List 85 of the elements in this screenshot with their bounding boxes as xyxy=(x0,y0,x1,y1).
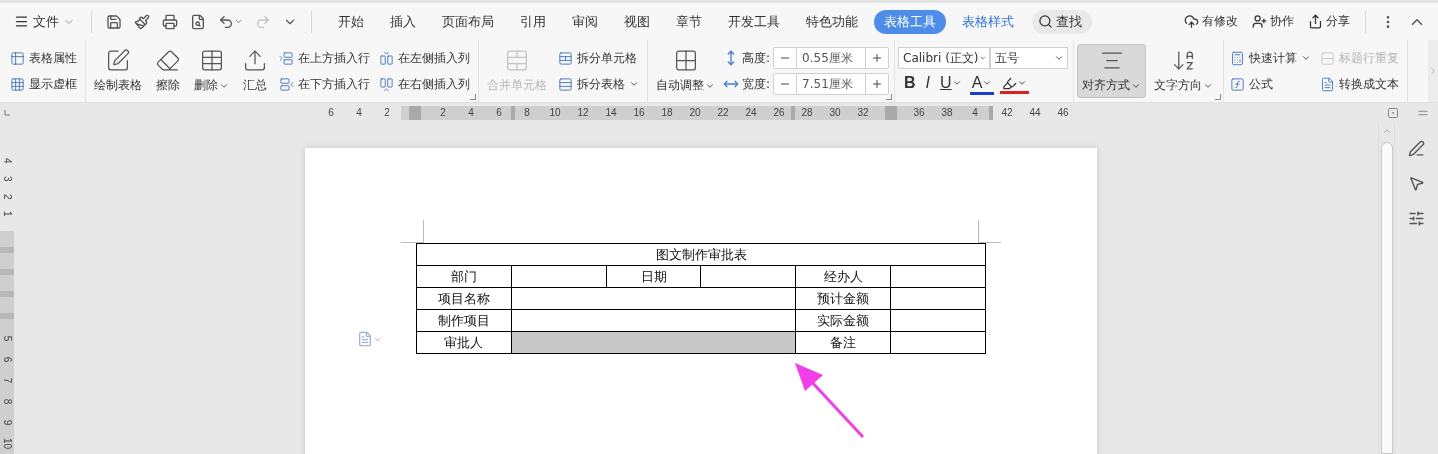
ribbon-tab[interactable]: 页面布局 xyxy=(432,9,504,34)
ruler-number: 5 xyxy=(0,334,14,344)
ruler-number: 44 xyxy=(1028,105,1042,120)
ribbon-tab[interactable]: 开始 xyxy=(328,9,374,34)
ruler-number: 12 xyxy=(576,105,590,120)
number-field[interactable]: 0.55厘米 xyxy=(796,48,867,68)
ribbon-tab[interactable]: 引用 xyxy=(510,9,556,34)
ruler-number: 18 xyxy=(660,105,674,120)
ribbon-button[interactable]: 表格属性 xyxy=(7,47,80,69)
text-style-button[interactable]: I xyxy=(923,74,933,95)
ruler-number: 6 xyxy=(495,105,503,120)
ruler-number: 6 xyxy=(0,355,14,365)
number-spinner[interactable]: 0.55厘米 xyxy=(773,47,890,69)
ruler-number: 10 xyxy=(548,105,562,120)
ribbon-button[interactable]: 擦除 xyxy=(150,44,186,98)
field-label: 宽度: xyxy=(742,75,771,93)
font-select[interactable]: Calibri (正文) xyxy=(898,47,991,69)
ribbon-button[interactable]: 在右侧插入列 xyxy=(376,73,473,95)
ruler-number: 38 xyxy=(940,105,954,120)
ruler-number: 2 xyxy=(0,192,14,202)
ruler-number: 16 xyxy=(632,105,646,120)
number-field[interactable]: 7.51厘米 xyxy=(796,74,867,94)
ribbon-button[interactable]: 在上方插入行 xyxy=(276,47,373,69)
ruler-number: 14 xyxy=(604,105,618,120)
ribbon-tab[interactable]: 章节 xyxy=(666,9,712,34)
ribbon-tab[interactable]: 审阅 xyxy=(562,9,608,34)
font-size-select[interactable]: 五号 xyxy=(990,47,1069,69)
ribbon-button[interactable]: 在下方插入行 xyxy=(276,73,373,95)
ruler-number: 1 xyxy=(0,210,14,219)
ribbon-button[interactable]: 自动调整 xyxy=(651,44,720,98)
ribbon-button[interactable]: 拆分表格 xyxy=(555,73,642,95)
ruler-number: 30 xyxy=(828,105,842,120)
ruler-number: 36 xyxy=(912,105,926,120)
ribbon-tab[interactable]: 开发工具 xyxy=(718,9,790,34)
text-style-button[interactable]: U xyxy=(938,74,964,95)
ruler-number: 7 xyxy=(0,376,14,386)
ruler-number: 2 xyxy=(439,105,447,120)
ribbon-button[interactable]: 在左侧插入列 xyxy=(376,47,473,69)
ruler-number: 8 xyxy=(0,397,14,407)
ruler-number: 4 xyxy=(971,105,979,120)
ribbon-button[interactable]: 快速计算 xyxy=(1227,47,1315,69)
ruler-number: 46 xyxy=(1056,105,1070,120)
ribbon-tab[interactable]: 特色功能 xyxy=(796,9,868,34)
ruler-number: 20 xyxy=(688,105,702,120)
ruler-number: 24 xyxy=(744,105,758,120)
table-cell[interactable]: 项目名称 xyxy=(416,287,512,310)
ruler-number: 6 xyxy=(327,105,335,120)
table-cell[interactable]: 部门 xyxy=(416,265,512,288)
ribbon-button[interactable]: 公式 xyxy=(1227,73,1315,95)
ribbon-tab[interactable]: 表格样式 xyxy=(952,9,1024,34)
ruler-number: 4 xyxy=(467,105,475,120)
ruler-number: 32 xyxy=(856,105,870,120)
header-action[interactable]: 协作 xyxy=(1247,10,1299,33)
ruler-number: 2 xyxy=(383,105,391,120)
ribbon-button[interactable]: 显示虚框 xyxy=(7,73,80,95)
ribbon-tab[interactable]: 视图 xyxy=(614,9,660,34)
ruler-number: 26 xyxy=(772,105,786,120)
table-title: 图文制作审批表 xyxy=(416,243,986,266)
header-action[interactable]: 分享 xyxy=(1303,10,1355,33)
ribbon-button[interactable]: 绘制表格 xyxy=(89,44,147,98)
ribbon-button[interactable]: 转换成文本 xyxy=(1317,73,1403,95)
file-menu[interactable]: 文件 xyxy=(8,8,81,35)
ribbon-button[interactable]: 文字方向 xyxy=(1149,44,1219,98)
ruler-number: 4 xyxy=(355,105,363,120)
ruler-number: 28 xyxy=(800,105,814,120)
table-cell[interactable]: 制作项目 xyxy=(416,309,512,332)
ruler-number: 22 xyxy=(716,105,730,120)
text-style-button[interactable]: A xyxy=(969,74,995,95)
field-label: 高度: xyxy=(742,49,771,67)
ruler-number: 8 xyxy=(523,105,531,120)
ribbon-button[interactable]: 删除 xyxy=(189,44,234,98)
ruler-number: 4 xyxy=(0,157,14,166)
number-spinner[interactable]: 7.51厘米 xyxy=(773,73,890,95)
ruler-number: 42 xyxy=(1000,105,1014,120)
ribbon-button[interactable]: 对齐方式 xyxy=(1077,44,1147,98)
ruler-number: 9 xyxy=(0,418,14,428)
header-action[interactable]: 有修改 xyxy=(1179,10,1243,33)
text-style-button[interactable]: B xyxy=(902,74,918,95)
search-button[interactable]: 查找 xyxy=(1032,9,1092,34)
ruler-number: 3 xyxy=(0,174,14,184)
ribbon-button[interactable]: 汇总 xyxy=(237,44,273,98)
table-cell[interactable]: 审批人 xyxy=(416,331,512,354)
ribbon-button[interactable]: 拆分单元格 xyxy=(555,47,642,69)
ruler-number: 10 xyxy=(0,436,14,451)
ribbon-tab[interactable]: 插入 xyxy=(380,9,426,34)
